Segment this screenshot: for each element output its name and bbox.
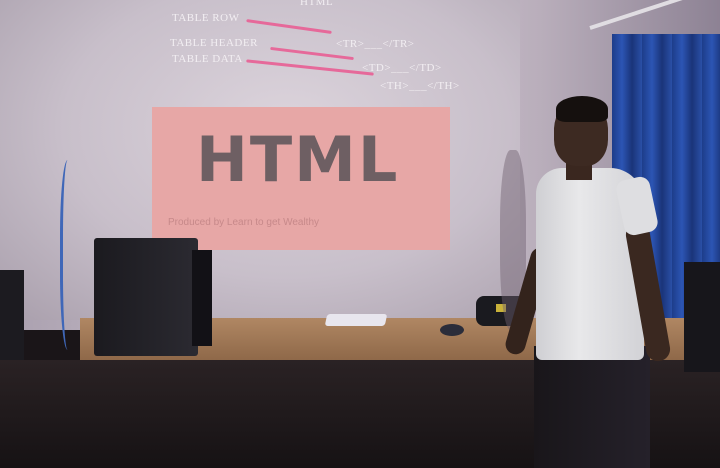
cpu-tower-left (0, 270, 24, 360)
slide-row-label-1: TABLE ROW (172, 12, 240, 24)
html-banner: HTML Produced by Learn to get Wealthy (152, 107, 450, 250)
slide-arrow-1 (246, 19, 332, 34)
cpu-tower (94, 238, 198, 356)
slide-arrow-3 (246, 59, 374, 76)
slide-row-tag-1: <TR>___</TR> (336, 38, 415, 50)
standing-person (500, 96, 690, 468)
slide-header-fragment: HTML (300, 0, 334, 8)
cpu-tower-side (192, 250, 212, 346)
network-router (324, 314, 388, 326)
blue-cable (60, 160, 79, 350)
banner-title: HTML (196, 123, 400, 196)
classroom-scene: HTML TABLE ROW <TR>___</TR> TABLE HEADER… (0, 0, 720, 468)
banner-subtitle: Produced by Learn to get Wealthy (168, 217, 320, 228)
person-hair (556, 96, 608, 122)
slide-row-tag-3: <TH>___</TH> (380, 80, 460, 92)
person-pants (534, 346, 650, 468)
computer-mouse (440, 324, 464, 336)
slide-row-label-3: TABLE DATA (172, 53, 243, 65)
slide-row-label-2: TABLE HEADER (170, 37, 258, 49)
slide-row-tag-2: <TD>___</TD> (362, 62, 442, 74)
